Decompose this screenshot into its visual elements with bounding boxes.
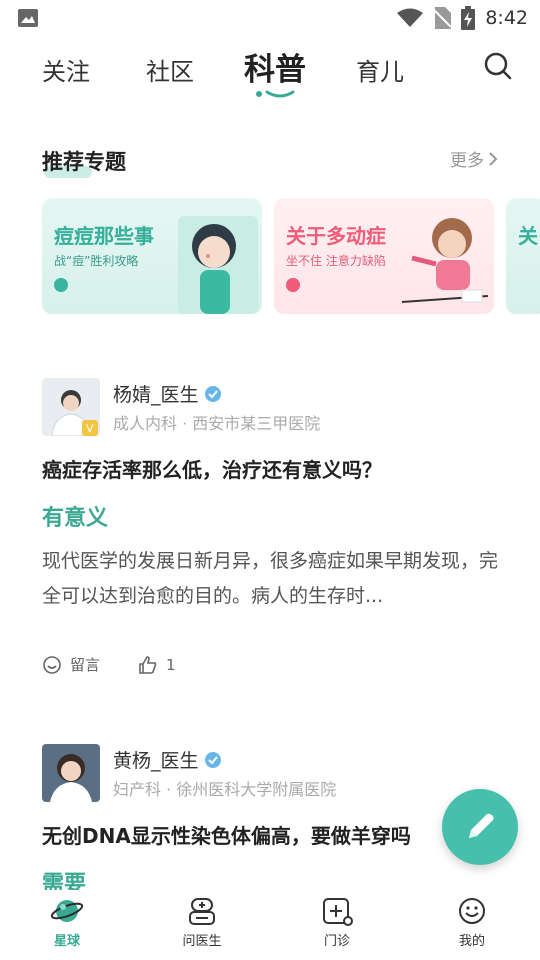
thumbs-up-icon — [139, 655, 157, 674]
like-button[interactable]: 1 — [138, 655, 176, 675]
active-tab-indicator — [256, 90, 295, 98]
card-arrow-icon — [286, 278, 300, 292]
author-name[interactable]: 杨婧_医生 — [113, 380, 221, 407]
like-count: 1 — [166, 655, 176, 674]
comment-button[interactable]: 留言 — [42, 654, 100, 675]
card-subtitle: 坐不住 注意力缺陷 — [286, 254, 386, 268]
nav-planet[interactable]: 星球 — [17, 896, 117, 949]
post-excerpt: 现代医学的发展日新月异，很多癌症如果早期发现，完全可以达到治愈的目的。病人的生存… — [42, 550, 499, 607]
nav-ask-doctor[interactable]: 问医生 — [152, 896, 252, 949]
status-bar: 8:42 — [0, 0, 540, 36]
comment-label: 留言 — [70, 656, 101, 674]
smiley-face-icon — [459, 898, 485, 924]
card-title: 关 — [518, 224, 538, 248]
section-title: 推荐专题 — [42, 150, 126, 174]
clinic-plus-icon — [323, 898, 353, 926]
topic-card-acne[interactable]: 痘痘那些事 战“痘”胜利攻略 — [42, 198, 262, 314]
boy-illustration-icon — [401, 218, 489, 303]
planet-icon — [50, 900, 84, 922]
search-icon[interactable] — [482, 50, 514, 82]
author-name-text: 黄杨_医生 — [113, 750, 199, 772]
nav-mine[interactable]: 我的 — [422, 896, 522, 949]
tab-community[interactable]: 社区 — [146, 52, 194, 87]
image-notification-icon — [18, 9, 38, 27]
topic-card-partial[interactable]: 关 — [506, 198, 540, 314]
topic-cards: 痘痘那些事 战“痘”胜利攻略 关于多动症 坐不住 注意力缺陷 关 — [42, 198, 540, 314]
nav-label: 门诊 — [323, 934, 350, 949]
card-arrow-icon — [54, 278, 68, 292]
status-time: 8:42 — [485, 7, 528, 29]
bottom-nav: 星球 问医生 门诊 我的 — [0, 890, 540, 960]
more-link[interactable]: 更多 — [450, 146, 498, 171]
post-actions: 留言 1 — [42, 654, 176, 675]
nav-label: 问医生 — [182, 934, 222, 949]
compose-button[interactable] — [442, 789, 518, 865]
tab-science[interactable]: 科普 — [244, 44, 306, 89]
author-name-text: 杨婧_医生 — [113, 384, 199, 406]
battery-charging-icon — [461, 6, 476, 30]
doctor-avatar-icon: V — [42, 378, 100, 436]
nav-clinic[interactable]: 门诊 — [287, 896, 387, 949]
avatar[interactable]: V — [42, 378, 100, 436]
post-card[interactable]: V 杨婧_医生 成人内科 · 西安市某三甲医院 癌症存活率那么低，治疗还有意义吗… — [42, 378, 502, 688]
chevron-right-icon — [489, 151, 498, 166]
tab-parenting[interactable]: 育儿 — [356, 52, 404, 87]
more-label: 更多 — [450, 151, 484, 171]
post-answer: 有意义 — [42, 506, 109, 531]
girl-illustration-icon — [178, 216, 258, 314]
pen-icon — [469, 813, 494, 838]
verified-badge-icon — [204, 385, 221, 402]
topic-card-adhd[interactable]: 关于多动症 坐不住 注意力缺陷 — [274, 198, 494, 314]
author-name[interactable]: 黄杨_医生 — [113, 746, 221, 773]
card-title: 关于多动症 — [286, 224, 386, 248]
author-department: 妇产科 · 徐州医科大学附属医院 — [113, 780, 337, 799]
nav-label: 星球 — [53, 934, 80, 949]
nav-label: 我的 — [458, 934, 485, 949]
author-department: 成人内科 · 西安市某三甲医院 — [113, 414, 321, 433]
doctor-avatar-icon — [42, 744, 100, 802]
post-title[interactable]: 癌症存活率那么低，治疗还有意义吗？ — [42, 454, 382, 483]
post-card[interactable]: 黄杨_医生 妇产科 · 徐州医科大学附属医院 无创DNA显示性染色体偏高，要做羊… — [42, 744, 502, 890]
no-sim-icon — [433, 7, 452, 29]
tab-follow[interactable]: 关注 — [42, 52, 90, 87]
card-subtitle: 战“痘”胜利攻略 — [54, 254, 139, 268]
wifi-icon — [397, 8, 424, 27]
avatar[interactable] — [42, 744, 100, 802]
card-title: 痘痘那些事 — [54, 224, 154, 248]
post-answer: 需要 — [42, 872, 87, 890]
doctor-kit-icon — [189, 898, 215, 925]
svg-text:V: V — [86, 422, 94, 435]
verified-badge-icon — [204, 751, 221, 768]
comment-icon — [43, 655, 61, 674]
post-title[interactable]: 无创DNA显示性染色体偏高，要做羊穿吗 — [42, 820, 411, 849]
